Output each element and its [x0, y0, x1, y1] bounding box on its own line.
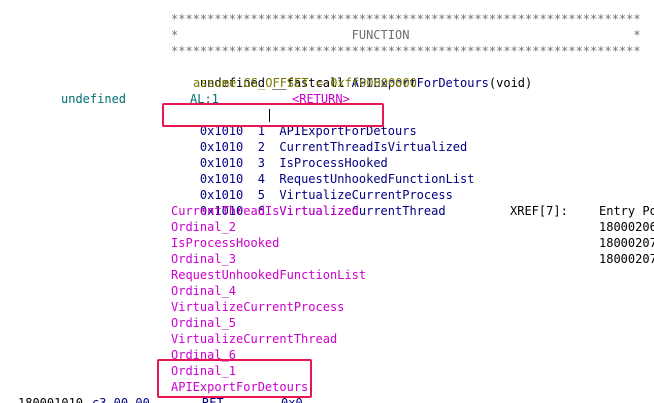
instruction-address[interactable]: 180001010	[18, 395, 83, 403]
xref-label[interactable]: XREF[7]:	[510, 203, 568, 219]
xref-header: Entry Po	[599, 204, 654, 218]
assume-line: assume GS_OFFSET = 0xff00000000	[193, 76, 417, 90]
banner-stars-bottom: ****************************************…	[171, 44, 641, 58]
label-line[interactable]: CurrentThreadIsVirtualized	[171, 203, 359, 219]
label-line[interactable]: Ordinal_2	[171, 219, 236, 235]
highlight-box-labels	[157, 359, 312, 398]
ordinal-row[interactable]: 0x1010 5 VirtualizeCurrentProcess	[171, 171, 453, 202]
xref-entry[interactable]: 18000207	[599, 235, 654, 251]
label-line[interactable]: Ordinal_3	[171, 251, 236, 267]
label-line[interactable]: Ordinal_4	[171, 283, 236, 299]
ordinal-row[interactable]: 0x1010 3 IsProcessHooked	[171, 139, 388, 170]
banner-stars-top: ****************************************…	[171, 12, 641, 26]
banner-title: * FUNCTION *	[171, 28, 641, 42]
xref-entry[interactable]: 18000206	[599, 219, 654, 235]
listing-view[interactable]: ****************************************…	[0, 0, 654, 403]
xref-entry[interactable]: 18000207	[599, 251, 654, 267]
ordinal-row[interactable]: 0x1010 4 RequestUnhookedFunctionList	[171, 155, 475, 186]
instruction-bytes: c3 00 00	[92, 396, 150, 403]
ordinal-row[interactable]: 0x1010 6 VirtualizeCurrentThread	[171, 187, 446, 218]
label-line[interactable]: RequestUnhookedFunctionList	[171, 267, 366, 283]
label-line[interactable]: Ordinal_5	[171, 315, 236, 331]
label-line[interactable]: IsProcessHooked	[171, 235, 279, 251]
label-line[interactable]: VirtualizeCurrentProcess	[171, 299, 344, 315]
return-type: undefined	[61, 92, 127, 106]
label-line[interactable]: VirtualizeCurrentThread	[171, 331, 337, 347]
highlight-box-ordinal-1	[162, 103, 384, 127]
signature-suffix: (void)	[488, 76, 533, 90]
function-signature[interactable]: undefined __fastcall APIExportForDetours…	[171, 59, 532, 90]
